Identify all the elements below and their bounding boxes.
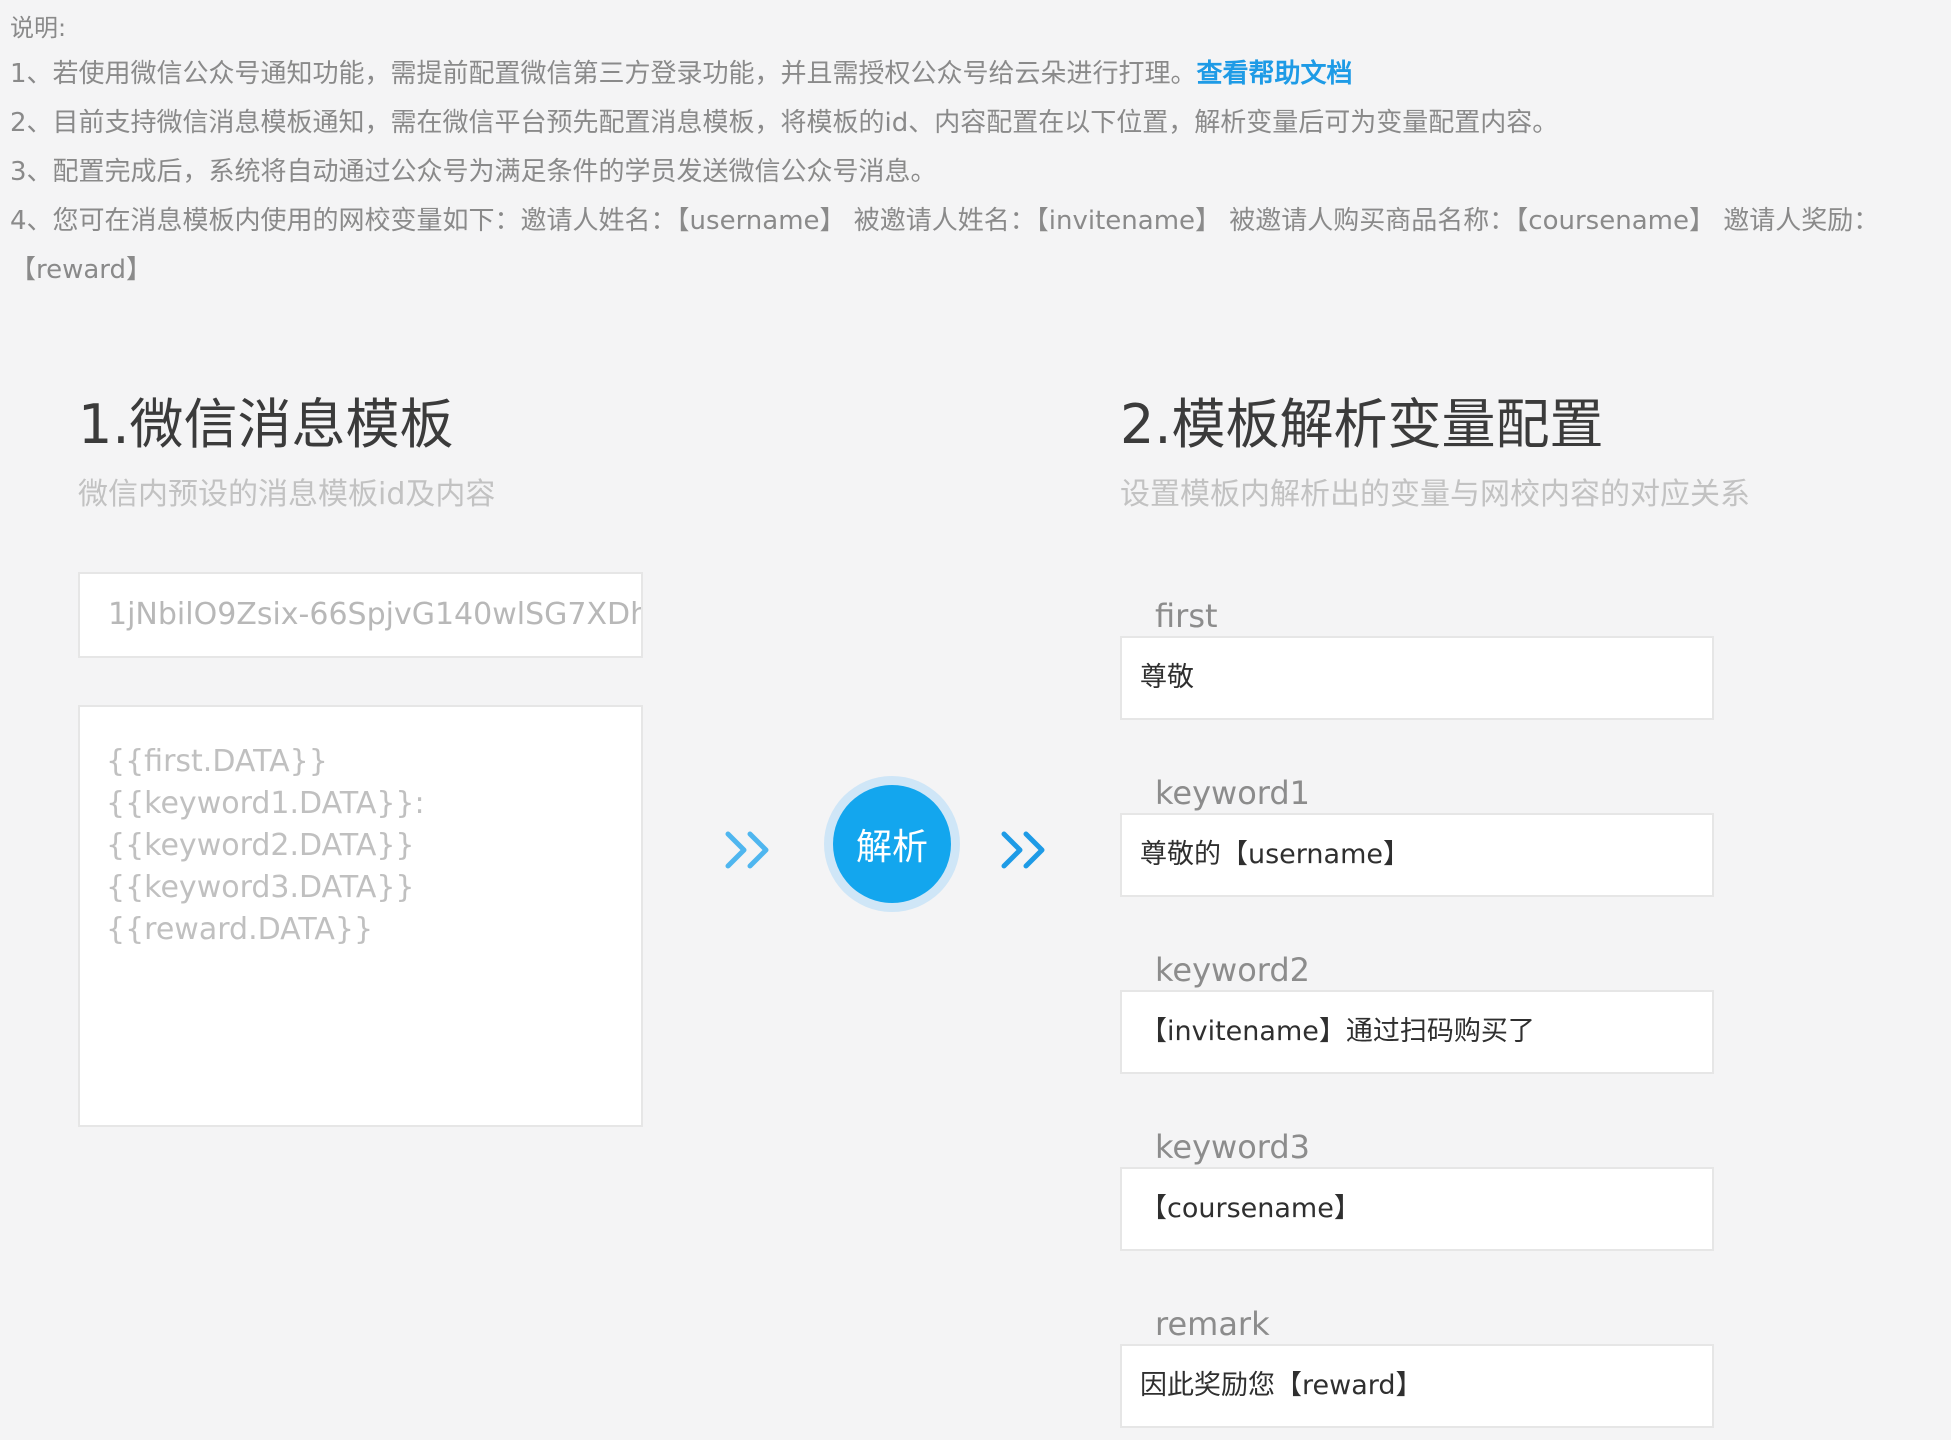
- template-id-input[interactable]: 1jNbilO9Zsix-66SpjvG140wlSG7XDh: [78, 572, 643, 658]
- template-content-textarea[interactable]: {{first.DATA}} {{keyword1.DATA}}: {{keyw…: [78, 705, 643, 1127]
- instruction-item-2: 2、目前支持微信消息模板通知，需在微信平台预先配置消息模板，将模板的id、内容配…: [10, 108, 1559, 138]
- field-label-keyword1: keyword1: [1155, 774, 1311, 812]
- parse-button[interactable]: 解析: [833, 785, 951, 903]
- field-input-keyword2[interactable]: 【invitename】通过扫码购买了: [1120, 990, 1714, 1074]
- field-input-remark[interactable]: 因此奖励您【reward】: [1120, 1344, 1714, 1428]
- field-input-keyword1[interactable]: 尊敬的【username】: [1120, 813, 1714, 897]
- instructions: 说明: 1、若使用微信公众号通知功能，需提前配置微信第三方登录功能，并且需授权公…: [10, 6, 1940, 295]
- parse-button-ring: 解析: [824, 776, 960, 912]
- template-section-subtitle: 微信内预设的消息模板id及内容: [78, 477, 496, 512]
- instructions-heading: 说明:: [10, 14, 67, 42]
- template-section-title: 1.微信消息模板: [78, 393, 454, 456]
- instruction-item-3: 3、配置完成后，系统将自动通过公众号为满足条件的学员发送微信公众号消息。: [10, 157, 937, 187]
- template-content-line: {{keyword3.DATA}}: [106, 870, 415, 905]
- double-chevron-right-icon: [725, 831, 769, 869]
- template-content-line: {{keyword2.DATA}}: [106, 828, 415, 863]
- template-content-line: {{first.DATA}}: [106, 744, 328, 779]
- instruction-text-1: 1、若使用微信公众号通知功能，需提前配置微信第三方登录功能，并且需授权公众号给云…: [10, 59, 1197, 89]
- config-section-subtitle: 设置模板内解析出的变量与网校内容的对应关系: [1120, 477, 1750, 512]
- field-label-keyword2: keyword2: [1155, 951, 1311, 989]
- field-input-first[interactable]: 尊敬: [1120, 636, 1714, 720]
- instruction-item-1: 1、若使用微信公众号通知功能，需提前配置微信第三方登录功能，并且需授权公众号给云…: [10, 50, 1940, 99]
- field-label-first: first: [1155, 597, 1218, 635]
- field-label-keyword3: keyword3: [1155, 1128, 1311, 1166]
- template-content-line: {{reward.DATA}}: [106, 912, 374, 947]
- double-chevron-right-icon: [1001, 831, 1045, 869]
- template-content-line: {{keyword1.DATA}}:: [106, 786, 425, 821]
- field-input-keyword3[interactable]: 【coursename】: [1120, 1167, 1714, 1251]
- instruction-item-4: 4、您可在消息模板内使用的网校变量如下：邀请人姓名：【username】 被邀请…: [10, 206, 1880, 285]
- help-doc-link[interactable]: 查看帮助文档: [1197, 59, 1353, 89]
- config-section-title: 2.模板解析变量配置: [1120, 393, 1604, 456]
- field-label-remark: remark: [1155, 1305, 1270, 1343]
